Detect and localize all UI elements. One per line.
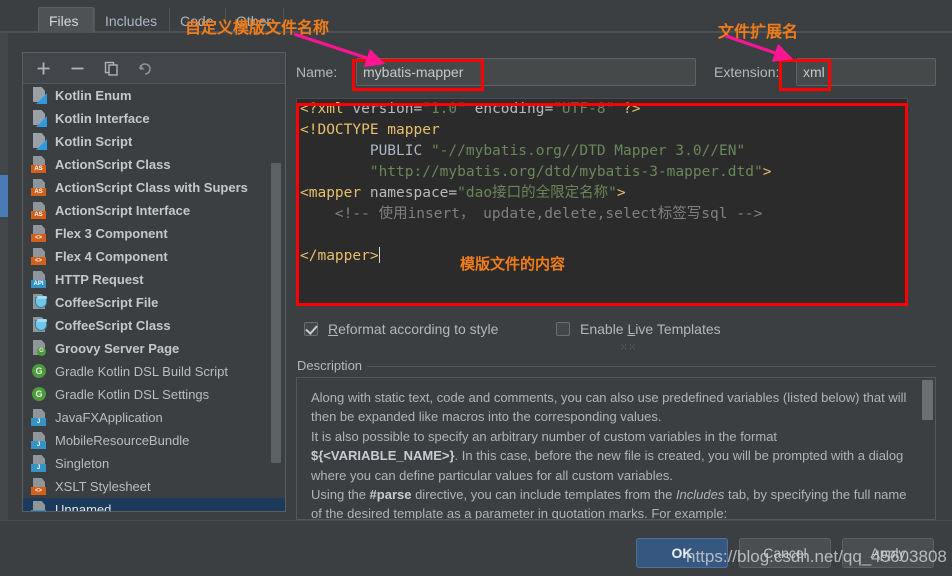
- list-item-label: ActionScript Class with Supers: [55, 180, 248, 195]
- left-edge-strip: [0, 0, 8, 576]
- list-item-label: MobileResourceBundle: [55, 433, 190, 448]
- list-item[interactable]: G Groovy Server Page: [23, 337, 285, 360]
- list-item-label: Gradle Kotlin DSL Settings: [55, 387, 210, 402]
- extension-annotation: 文件扩展名: [718, 22, 799, 41]
- list-item[interactable]: <> Flex 4 Component: [23, 245, 285, 268]
- list-item[interactable]: G Gradle Kotlin DSL Settings: [23, 383, 285, 406]
- template-list-toolbar: [23, 53, 285, 84]
- list-item-label: Kotlin Interface: [55, 111, 150, 126]
- copy-icon[interactable]: [99, 57, 123, 80]
- template-list-panel: Kotlin Enum Kotlin Interface Kotlin Script…: [22, 52, 286, 512]
- description-box[interactable]: Along with static text, code and comment…: [296, 377, 936, 520]
- template-list[interactable]: Kotlin Enum Kotlin Interface Kotlin Script…: [23, 84, 285, 511]
- list-item-label: HTTP Request: [55, 272, 144, 287]
- ok-button[interactable]: OK: [636, 538, 728, 568]
- options-row: Reformat according to style Enable Live …: [300, 320, 820, 352]
- name-extension-row: Name: mybatis-mapper Extension: xml: [296, 58, 936, 90]
- gradle-icon: G: [31, 386, 48, 403]
- tab-files[interactable]: Files: [38, 7, 94, 33]
- coffeescript-file-icon: [31, 317, 48, 334]
- tab-bar: Files Includes Code Other: [0, 0, 952, 33]
- list-item-label: ActionScript Interface: [55, 203, 191, 218]
- template-content-editor[interactable]: <?xml version="1.0" encoding="UTF-8" ?> …: [296, 98, 908, 306]
- left-edge-accent-indicator: [0, 175, 8, 217]
- tab-files-label: Files: [49, 13, 79, 29]
- description-scrollbar-thumb[interactable]: [922, 380, 933, 420]
- list-item-label: CoffeeScript File: [55, 295, 159, 310]
- list-item-label: ActionScript Class: [55, 157, 171, 172]
- list-item-label: Gradle Kotlin DSL Build Script: [55, 364, 228, 379]
- list-item[interactable]: <> XSLT Stylesheet: [23, 475, 285, 498]
- list-item-label: Unnamed: [55, 502, 112, 511]
- java-file-icon: J: [31, 455, 48, 472]
- tab-includes-label: Includes: [105, 13, 158, 29]
- reformat-label-text: eformat according to style: [338, 321, 499, 337]
- list-item[interactable]: CoffeeScript Class: [23, 314, 285, 337]
- template-list-scrollbar-thumb[interactable]: [271, 163, 281, 463]
- content-annotation: 模版文件的内容: [460, 255, 566, 273]
- coffeescript-file-icon: [31, 294, 48, 311]
- template-content-code: <?xml version="1.0" encoding="UTF-8" ?> …: [300, 101, 772, 264]
- list-item[interactable]: AS ActionScript Class with Supers: [23, 176, 285, 199]
- kotlin-file-icon: [31, 87, 48, 104]
- actionscript-file-icon: AS: [31, 156, 48, 173]
- apply-button[interactable]: Apply: [842, 538, 934, 568]
- extension-input[interactable]: xml: [796, 58, 936, 86]
- revert-icon[interactable]: [133, 57, 157, 80]
- list-item-label: Kotlin Script: [55, 134, 133, 149]
- list-item[interactable]: CoffeeScript File: [23, 291, 285, 314]
- list-item-label: Flex 3 Component: [55, 226, 168, 241]
- list-item[interactable]: G Gradle Kotlin DSL Build Script: [23, 360, 285, 383]
- actionscript-file-icon: AS: [31, 202, 48, 219]
- xslt-file-icon: <>: [31, 478, 48, 495]
- actionscript-file-icon: AS: [31, 179, 48, 196]
- resize-grip-icon[interactable]: ⁙⁙: [620, 342, 637, 353]
- template-list-scrollbar[interactable]: [271, 53, 283, 480]
- reformat-checkbox-label[interactable]: Reformat according to style: [328, 320, 498, 339]
- add-icon[interactable]: [31, 57, 55, 80]
- name-label: Name:: [296, 64, 338, 80]
- flex-file-icon: <>: [31, 248, 48, 265]
- list-item-label: Kotlin Enum: [55, 88, 132, 103]
- list-item-label: Flex 4 Component: [55, 249, 168, 264]
- list-item-label: CoffeeScript Class: [55, 318, 171, 333]
- name-input[interactable]: mybatis-mapper: [356, 58, 696, 86]
- remove-icon[interactable]: [65, 57, 89, 80]
- java-file-icon: J: [31, 409, 48, 426]
- list-item[interactable]: J MobileResourceBundle: [23, 429, 285, 452]
- list-item[interactable]: J Unnamed: [23, 498, 285, 511]
- flex-file-icon: <>: [31, 225, 48, 242]
- list-item-label: JavaFXApplication: [55, 410, 163, 425]
- list-item[interactable]: Kotlin Interface: [23, 107, 285, 130]
- list-item[interactable]: AS ActionScript Interface: [23, 199, 285, 222]
- list-item[interactable]: J Singleton: [23, 452, 285, 475]
- list-item[interactable]: Kotlin Script: [23, 130, 285, 153]
- description-text: Along with static text, code and comment…: [311, 390, 907, 520]
- http-request-file-icon: API: [31, 271, 48, 288]
- extension-label: Extension:: [714, 64, 780, 80]
- template-settings-dialog: Files Includes Code Other Kotlin Enum Ko…: [0, 0, 952, 576]
- groovy-file-icon: G: [31, 340, 48, 357]
- list-item[interactable]: <> Flex 3 Component: [23, 222, 285, 245]
- list-item[interactable]: API HTTP Request: [23, 268, 285, 291]
- list-item-label: XSLT Stylesheet: [55, 479, 151, 494]
- java-file-icon: J: [31, 501, 48, 511]
- tab-includes[interactable]: Includes: [94, 7, 170, 33]
- description-separator: [360, 366, 936, 367]
- live-templates-label[interactable]: Enable Live Templates: [580, 320, 721, 339]
- cancel-button[interactable]: Cancel: [739, 538, 831, 568]
- java-file-icon: J: [31, 432, 48, 449]
- reformat-checkbox[interactable]: [304, 322, 318, 336]
- kotlin-file-icon: [31, 133, 48, 150]
- list-item[interactable]: AS ActionScript Class: [23, 153, 285, 176]
- list-item-label: Groovy Server Page: [55, 341, 180, 356]
- list-item-label: Singleton: [55, 456, 110, 471]
- live-templates-checkbox[interactable]: [556, 322, 570, 336]
- list-item[interactable]: J JavaFXApplication: [23, 406, 285, 429]
- kotlin-file-icon: [31, 110, 48, 127]
- name-annotation: 自定义模版文件名称: [185, 18, 330, 37]
- gradle-icon: G: [31, 363, 48, 380]
- list-item[interactable]: Kotlin Enum: [23, 84, 285, 107]
- description-title: Description: [297, 358, 368, 373]
